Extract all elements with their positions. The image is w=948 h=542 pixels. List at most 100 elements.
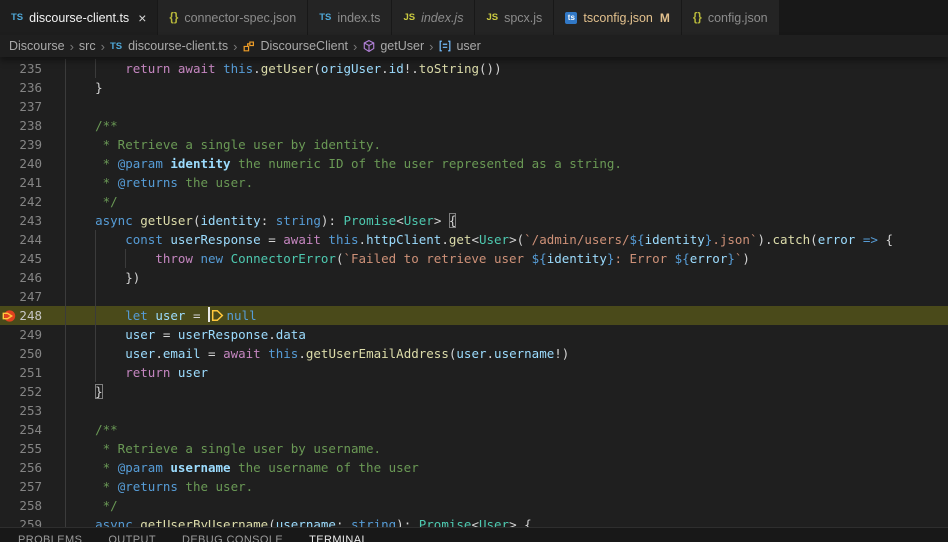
glyph-margin[interactable] [0,496,18,515]
line-number: 254 [19,422,42,437]
indent-guide [95,344,97,363]
chevron-right-icon: › [69,38,74,54]
debug-column-indicator-icon [211,308,225,322]
tab-index-js[interactable]: JS index.js [392,0,476,35]
code-text: throw new ConnectorError(`Failed to retr… [42,249,948,268]
indent-guide [65,439,66,458]
breadcrumb-item-user[interactable]: user [438,39,481,53]
line-number: 252 [19,384,42,399]
code-text: */ [65,496,118,515]
code-text: const userResponse = await this.httpClie… [42,230,948,249]
breadcrumb-item-discourse-client-ts[interactable]: TS discourse-client.ts [110,39,228,53]
glyph-margin[interactable] [0,211,18,230]
code-line: 236 } [0,78,948,97]
glyph-margin[interactable] [0,154,18,173]
code-line: 252 } [0,382,948,401]
chevron-right-icon: › [353,38,358,54]
line-number: 243 [19,213,42,228]
breadcrumb-label: src [78,39,96,53]
tab-bar: TS discourse-client.ts × {} connector-spec.j… [0,0,948,35]
code-text: return await this.getUser(origUser.id!.t… [42,59,948,78]
panel-tab-terminal[interactable]: TERMINAL [309,534,368,542]
indent-guide [95,287,97,306]
close-tab-icon[interactable]: × [138,11,146,25]
code-line: 254 /** [0,420,948,439]
indent-guide [95,363,97,382]
glyph-margin[interactable] [0,363,18,382]
glyph-margin[interactable] [0,401,18,420]
tab-label: index.js [421,10,464,25]
glyph-margin[interactable] [0,249,18,268]
tab-tsconfig-json[interactable]: ts tsconfig.json M [554,0,682,35]
glyph-margin[interactable] [0,287,18,306]
glyph-margin[interactable] [0,97,18,116]
breadcrumb-item-getuser[interactable]: getUser [362,39,424,53]
glyph-margin[interactable] [0,382,18,401]
line-number: 242 [19,194,42,209]
indent-guide [65,401,66,420]
line-number: 251 [19,365,42,380]
breadcrumb-label: discourse-client.ts [128,39,229,53]
code-text: } [65,78,103,97]
indent-guide [65,78,66,97]
indent-guide [65,154,66,173]
indent-guide [65,59,66,78]
code-text: * @param username the username of the us… [65,458,419,477]
glyph-margin[interactable] [0,325,18,344]
glyph-margin[interactable] [0,230,18,249]
panel-tab-bar: PROBLEMS OUTPUT DEBUG CONSOLE TERMINAL [0,528,948,542]
tab-spcx-js[interactable]: JS spcx.js [475,0,555,35]
glyph-margin[interactable] [0,477,18,496]
code-line: 247 [0,287,948,306]
code-line: 243 async getUser(identity: string): Pro… [0,211,948,230]
indent-guide [65,135,66,154]
code-editor[interactable]: 235 return await this.getUser(origUser.i… [0,57,948,527]
line-number: 238 [19,118,42,133]
glyph-margin[interactable] [0,78,18,97]
glyph-margin[interactable] [0,515,18,527]
line-number: 246 [19,270,42,285]
breadcrumb-item-src[interactable]: src [79,39,96,53]
indent-guide [95,268,97,287]
tab-discourse-client-ts[interactable]: TS discourse-client.ts × [0,0,159,35]
tab-config-json[interactable]: {} config.json [681,0,780,35]
line-number: 240 [19,156,42,171]
indent-guide [95,249,97,268]
breadcrumb-item-discourseclient[interactable]: DiscourseClient [242,39,348,53]
code-text [42,287,948,306]
indent-guide [125,249,127,268]
glyph-margin[interactable] [0,59,18,78]
breadcrumb-item-discourse[interactable]: Discourse [9,39,65,53]
glyph-margin[interactable] [0,116,18,135]
ts-file-icon: TS [319,12,332,23]
chevron-right-icon: › [233,38,238,54]
tab-connector-spec-json[interactable]: {} connector-spec.json [158,0,309,35]
glyph-margin[interactable] [0,458,18,477]
code-text: async getUser(identity: string): Promise… [65,211,457,230]
glyph-margin[interactable] [0,173,18,192]
panel-tab-debug-console[interactable]: DEBUG CONSOLE [182,534,283,542]
glyph-margin[interactable] [0,268,18,287]
glyph-margin[interactable] [0,344,18,363]
js-file-icon: JS [486,12,499,23]
code-text: async getUserByUsername(username: string… [42,515,948,527]
line-number: 236 [19,80,42,95]
indent-guide [65,287,66,306]
tab-index-ts[interactable]: TS index.ts [308,0,393,35]
indent-guide [65,306,66,325]
glyph-margin[interactable] [0,135,18,154]
code-line: 257 * @returns the user. [0,477,948,496]
glyph-margin[interactable] [0,306,18,325]
glyph-margin[interactable] [0,192,18,211]
indent-guide [65,173,66,192]
glyph-margin[interactable] [0,420,18,439]
panel-tab-problems[interactable]: PROBLEMS [18,534,82,542]
code-line: 241 * @returns the user. [0,173,948,192]
code-line: 249 user = userResponse.data [0,325,948,344]
glyph-margin[interactable] [0,439,18,458]
code-text: * @returns the user. [65,173,254,192]
code-line: 251 return user [0,363,948,382]
code-text: * Retrieve a single user by username. [65,439,382,458]
code-line: 248 let user = null [0,306,948,325]
panel-tab-output[interactable]: OUTPUT [108,534,156,542]
